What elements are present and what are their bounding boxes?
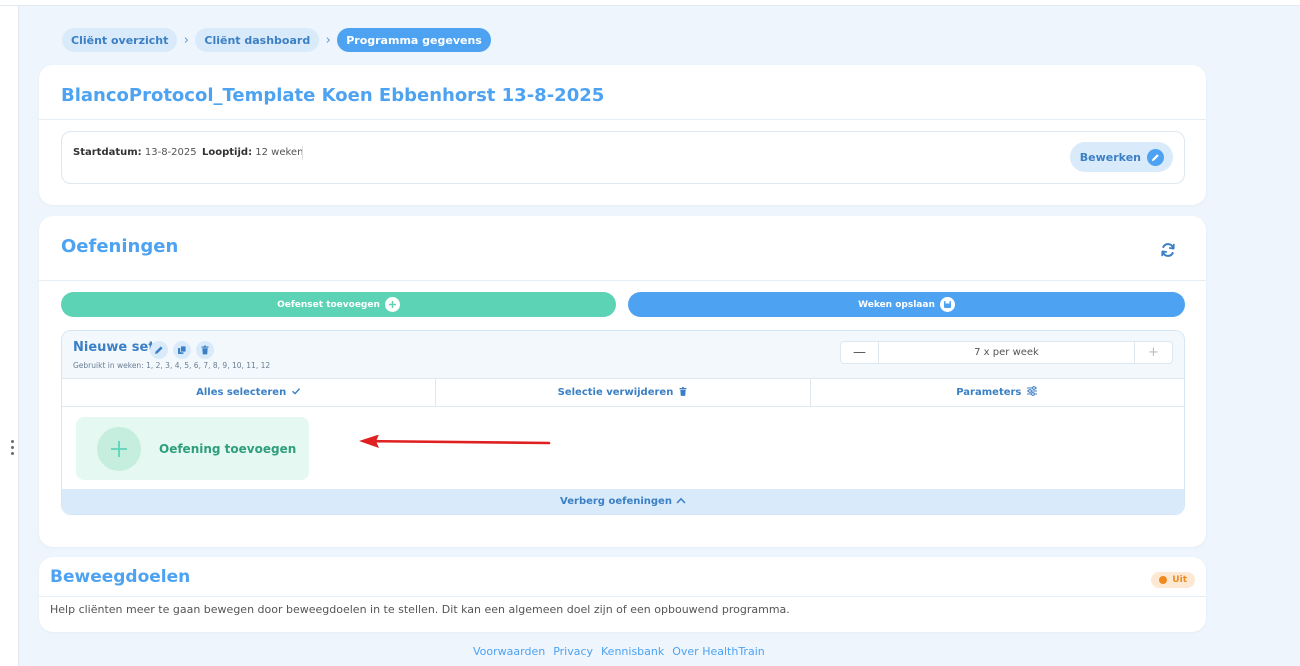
pencil-icon [1147, 148, 1164, 166]
select-all-button[interactable]: Alles selecteren [62, 379, 437, 406]
check-icon [291, 386, 301, 399]
breadcrumb-client-overview[interactable]: Cliënt overzicht [62, 28, 178, 52]
exercises-card: Oefeningen Oefenset toevoegen Weken opsl… [39, 216, 1206, 547]
program-card: BlancoProtocol_Template Koen Ebbenhorst … [39, 65, 1206, 205]
refresh-icon[interactable] [1160, 242, 1176, 258]
add-exercise-set-button[interactable]: Oefenset toevoegen [61, 292, 616, 317]
exercises-title: Oefeningen [61, 236, 179, 257]
plus-circle-icon [384, 297, 400, 312]
save-weeks-button[interactable]: Weken opslaan [628, 292, 1185, 317]
chevron-up-icon [676, 496, 686, 507]
breadcrumb-client-dashboard[interactable]: Cliënt dashboard [195, 28, 320, 52]
start-date-value: 13-8-2025 [144, 147, 197, 158]
edit-label: Bewerken [1079, 150, 1141, 164]
remove-selection-button[interactable]: Selectie verwijderen [436, 379, 811, 406]
footer-link-terms[interactable]: Voorwaarden [473, 645, 545, 658]
copy-icon[interactable] [173, 341, 191, 359]
start-date-label: Startdatum: [73, 147, 142, 158]
frequency-value: 7 x per week [974, 347, 1039, 358]
movement-goals-title: Beweegdoelen [50, 567, 191, 587]
remove-selection-label: Selectie verwijderen [557, 387, 674, 398]
page-title: BlancoProtocol_Template Koen Ebbenhorst … [61, 85, 605, 106]
breadcrumb: Cliënt overzicht › Cliënt dashboard › Pr… [62, 28, 491, 52]
parameters-button[interactable]: Parameters [811, 379, 1184, 406]
pencil-icon[interactable] [150, 341, 168, 359]
movement-goals-card: Beweegdoelen Uit Help cliënten meer te g… [39, 557, 1206, 632]
divider [39, 280, 1206, 281]
parameters-label: Parameters [956, 387, 1022, 398]
decrease-frequency-button[interactable]: — [841, 342, 879, 363]
add-set-label: Oefenset toevoegen [277, 299, 380, 310]
trash-icon [678, 386, 688, 400]
breadcrumb-program-details[interactable]: Programma gegevens [337, 28, 491, 52]
divider [302, 146, 303, 160]
footer-link-privacy[interactable]: Privacy [553, 645, 593, 658]
duration-value: 12 weken [255, 147, 304, 158]
exercise-set: Nieuwe set Gebruikt in weken: 1, 2, 3, 4… [61, 330, 1185, 515]
set-toolbar: Alles selecteren Selectie verwijderen Pa… [62, 379, 1184, 407]
set-weeks-text: Gebruikt in weken: 1, 2, 3, 4, 5, 6, 7, … [73, 361, 271, 370]
set-name: Nieuwe set [73, 340, 155, 355]
increase-frequency-button[interactable]: + [1134, 342, 1172, 363]
status-badge[interactable]: Uit [1151, 572, 1195, 588]
duration-label: Looptijd: [202, 147, 253, 158]
program-info-box: Startdatum: 13-8-2025 Looptijd: 12 weken… [61, 131, 1185, 184]
select-all-label: Alles selecteren [196, 387, 287, 398]
left-rail [0, 6, 19, 666]
save-weeks-label: Weken opslaan [858, 299, 935, 310]
hide-exercises-button[interactable]: Verberg oefeningen [62, 489, 1184, 514]
frequency-stepper: — 7 x per week + [840, 341, 1173, 364]
movement-goals-description: Help cliënten meer te gaan bewegen door … [50, 603, 790, 616]
chevron-right-icon: › [325, 32, 331, 48]
start-date: Startdatum: 13-8-2025 [73, 147, 197, 158]
save-icon [939, 297, 955, 312]
add-exercise-label: Oefening toevoegen [159, 441, 297, 456]
footer-link-about[interactable]: Over HealthTrain [672, 645, 764, 658]
plus-icon [97, 426, 141, 471]
footer: Voorwaarden Privacy Kennisbank Over Heal… [473, 645, 765, 658]
status-badge-label: Uit [1172, 575, 1187, 585]
duration: Looptijd: 12 weken [202, 147, 303, 158]
edit-button[interactable]: Bewerken [1069, 142, 1173, 172]
divider [39, 119, 1206, 120]
status-dot-icon [1159, 576, 1168, 584]
divider [39, 596, 1206, 597]
set-actions [150, 341, 214, 359]
add-exercise-tile[interactable]: Oefening toevoegen [76, 417, 309, 480]
hide-exercises-label: Verberg oefeningen [560, 496, 672, 507]
footer-link-knowledge-base[interactable]: Kennisbank [601, 645, 664, 658]
drag-handle-icon[interactable] [11, 440, 15, 455]
set-header: Nieuwe set Gebruikt in weken: 1, 2, 3, 4… [62, 331, 1184, 379]
chevron-right-icon: › [183, 32, 189, 48]
trash-icon[interactable] [196, 341, 214, 359]
red-arrow-annotation [359, 435, 551, 448]
sliders-icon [1026, 386, 1038, 399]
